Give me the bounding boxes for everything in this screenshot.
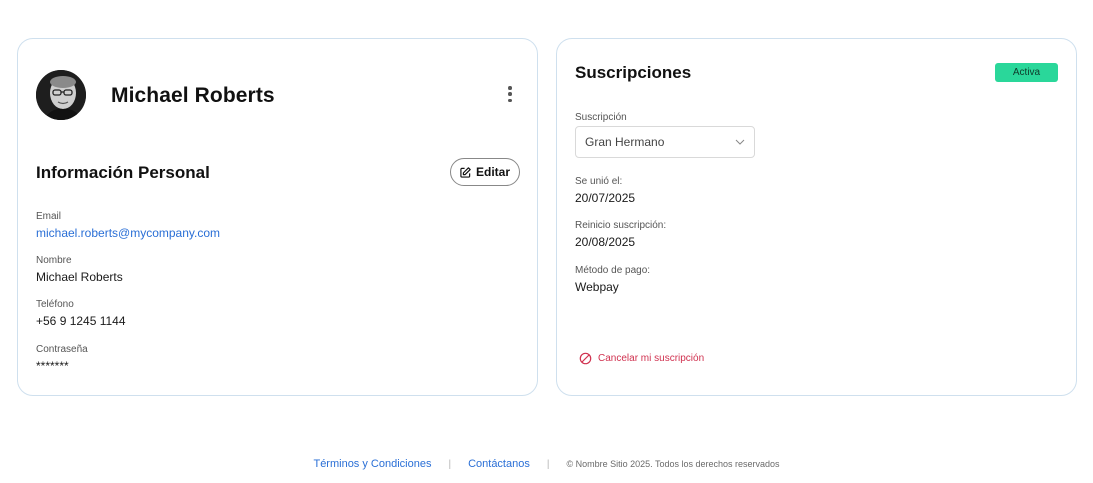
name-value: Michael Roberts [36, 270, 123, 284]
joined-field: Se unió el: 20/07/2025 [575, 176, 635, 205]
contact-link[interactable]: Contáctanos [468, 458, 530, 470]
phone-field: Teléfono +56 9 1245 1144 [36, 299, 126, 328]
payment-method-field: Método de pago: Webpay [575, 265, 650, 294]
password-field: Contraseña ******* [36, 344, 88, 373]
cancel-subscription-label: Cancelar mi suscripción [598, 353, 705, 364]
renewal-label: Reinicio suscripción: [575, 220, 667, 231]
terms-link[interactable]: Términos y Condiciones [313, 458, 431, 470]
payment-method-value: Webpay [575, 280, 619, 294]
renewal-value: 20/08/2025 [575, 235, 636, 249]
footer-separator: | [448, 458, 452, 470]
email-label: Email [36, 211, 62, 222]
password-label: Contraseña [36, 344, 88, 355]
personal-info-title: Información Personal [36, 163, 210, 182]
payment-method-label: Método de pago: [575, 265, 651, 276]
subscriptions-title: Suscripciones [575, 63, 692, 82]
subscription-select-label: Suscripción [575, 112, 627, 123]
footer-separator: | [546, 458, 550, 470]
profile-name: Michael Roberts [111, 84, 275, 107]
more-options-icon[interactable] [502, 84, 518, 104]
subscription-select-value: Gran Hermano [585, 135, 665, 149]
edit-icon [460, 166, 471, 178]
profile-card: Michael Roberts Información Personal Edi… [17, 38, 538, 396]
joined-value: 20/07/2025 [575, 191, 636, 205]
chevron-down-icon [735, 139, 745, 145]
avatar [36, 70, 86, 120]
subscriptions-card: Suscripciones Activa Suscripción Gran He… [556, 38, 1077, 396]
edit-button-label: Editar [475, 165, 510, 179]
renewal-field: Reinicio suscripción: 20/08/2025 [575, 220, 666, 249]
copyright-text: © Nombre Sitio 2025. Todos los derechos … [566, 459, 780, 469]
status-badge: Activa [995, 63, 1058, 82]
name-label: Nombre [36, 255, 72, 266]
account-page: Michael Roberts Información Personal Edi… [0, 0, 1093, 483]
cancel-subscription-link[interactable]: Cancelar mi suscripción [579, 352, 704, 365]
email-value[interactable]: michael.roberts@mycompany.com [36, 226, 220, 240]
phone-label: Teléfono [36, 299, 74, 310]
joined-label: Se unió el: [575, 176, 623, 187]
phone-value: +56 9 1245 1144 [36, 314, 126, 328]
subscription-select[interactable]: Gran Hermano [575, 126, 755, 158]
edit-button[interactable]: Editar [450, 158, 520, 186]
footer: Términos y Condiciones | Contáctanos | ©… [0, 458, 1093, 470]
name-field: Nombre Michael Roberts [36, 255, 123, 284]
password-value: ******* [36, 359, 69, 373]
cancel-circle-icon [579, 352, 592, 365]
email-field: Email michael.roberts@mycompany.com [36, 211, 220, 240]
